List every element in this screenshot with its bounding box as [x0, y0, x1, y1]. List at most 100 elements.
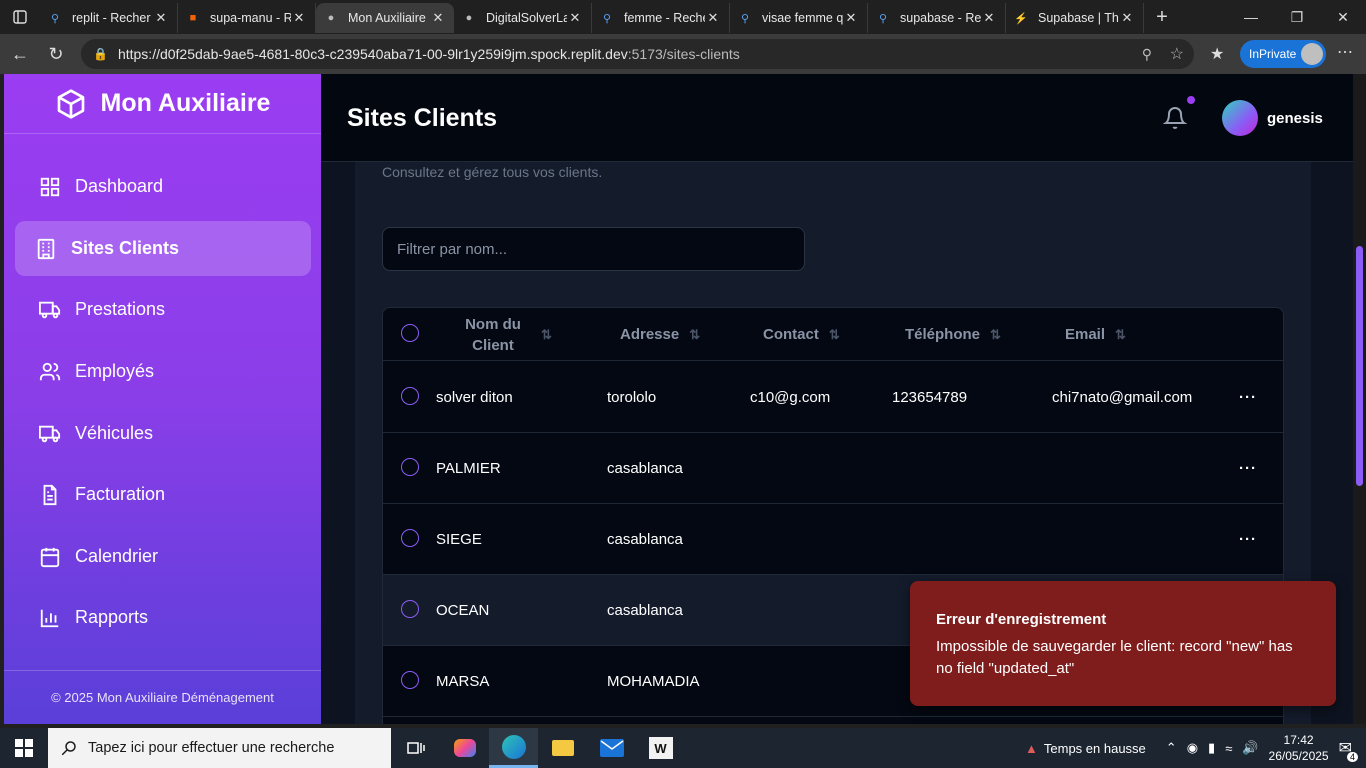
- column-header-contact[interactable]: Contact ⇅: [763, 308, 840, 361]
- avatar[interactable]: [1222, 100, 1258, 136]
- close-icon[interactable]: ✕: [705, 10, 721, 26]
- notification-center-icon[interactable]: ✉ 4: [1339, 738, 1358, 762]
- file-explorer-icon[interactable]: [538, 728, 587, 768]
- close-icon[interactable]: ✕: [981, 10, 997, 26]
- thermometer-icon: ▲: [1025, 740, 1038, 756]
- toast-message: Impossible de sauvegarder le client: rec…: [936, 638, 1293, 677]
- sort-icon[interactable]: ⇅: [990, 327, 1001, 343]
- sort-icon[interactable]: ⇅: [689, 327, 700, 343]
- browser-tab[interactable]: ⚲ replit - Recher ✕: [40, 3, 178, 33]
- row-checkbox[interactable]: [401, 529, 419, 547]
- profile-avatar: [1301, 43, 1323, 65]
- close-icon[interactable]: ✕: [430, 10, 446, 26]
- row-checkbox[interactable]: [401, 600, 419, 618]
- sidebar-item-sites-clients[interactable]: Sites Clients: [15, 221, 311, 276]
- browser-tab[interactable]: ⚲ visae femme q ✕: [730, 3, 868, 33]
- inprivate-badge[interactable]: InPrivate: [1240, 40, 1326, 68]
- brand-logo[interactable]: Mon Auxiliaire: [4, 74, 321, 134]
- notification-dot: [1187, 96, 1195, 104]
- browser-tab-active[interactable]: ● Mon Auxiliaire ✕: [316, 3, 454, 33]
- minimize-icon[interactable]: —: [1228, 0, 1274, 34]
- notification-count: 4: [1346, 752, 1358, 762]
- sidebar-item-dashboard[interactable]: Dashboard: [15, 159, 311, 214]
- url-host: https://d0f25dab-9ae5-4681-80c3-c239540a…: [117, 46, 628, 62]
- sidebar-item-calendrier[interactable]: Calendrier: [15, 529, 311, 584]
- sort-icon[interactable]: ⇅: [541, 324, 552, 345]
- user-name[interactable]: genesis: [1267, 110, 1323, 127]
- page-subtitle: Consultez et gérez tous vos clients.: [382, 164, 603, 180]
- restore-icon[interactable]: ❐: [1274, 0, 1320, 34]
- volume-icon[interactable]: 🔊: [1242, 740, 1258, 756]
- sidebar-item-prestations[interactable]: Prestations: [15, 282, 311, 337]
- zoom-icon[interactable]: ⚲: [1142, 46, 1152, 63]
- browser-tab[interactable]: ⚲ supabase - Re ✕: [868, 3, 1006, 33]
- close-icon[interactable]: ✕: [567, 10, 583, 26]
- browser-tab[interactable]: ● DigitalSolverLa ✕: [454, 3, 592, 33]
- network-icon[interactable]: ◉: [1187, 740, 1198, 756]
- task-view-icon[interactable]: [391, 728, 440, 768]
- table-row[interactable]: solver diton torololo c10@g.com 12365478…: [383, 362, 1283, 433]
- close-icon[interactable]: ✕: [1119, 10, 1135, 26]
- chevron-up-icon[interactable]: ⌃: [1166, 740, 1177, 756]
- url-field[interactable]: 🔒 https://d0f25dab-9ae5-4681-80c3-c23954…: [81, 39, 1194, 69]
- mail-icon[interactable]: [587, 728, 636, 768]
- sidebar-item-rapports[interactable]: Rapports: [15, 590, 311, 645]
- table-row[interactable]: PALMIER casablanca ···: [383, 433, 1283, 504]
- close-icon[interactable]: ✕: [291, 10, 307, 26]
- clock[interactable]: 17:42 26/05/2025: [1269, 732, 1329, 764]
- users-icon: [39, 362, 61, 380]
- wifi-icon[interactable]: ≈: [1225, 741, 1232, 756]
- scrollbar-thumb[interactable]: [1356, 246, 1363, 486]
- edge-browser-icon[interactable]: [489, 728, 538, 768]
- select-all-checkbox[interactable]: [401, 324, 419, 342]
- truck-icon: [39, 301, 61, 318]
- column-header-nom[interactable]: Nom du Client ⇅: [455, 308, 575, 361]
- close-window-icon[interactable]: ✕: [1320, 0, 1366, 34]
- page-scrollbar[interactable]: [1353, 74, 1366, 724]
- weather-label[interactable]: Temps en hausse: [1044, 741, 1146, 756]
- row-actions-icon[interactable]: ···: [1239, 504, 1257, 575]
- taskbar-search-input[interactable]: Tapez ici pour effectuer une recherche: [48, 728, 391, 768]
- browser-tab[interactable]: ■ supa-manu - R ✕: [178, 3, 316, 33]
- sidebar-item-facturation[interactable]: Facturation: [15, 467, 311, 522]
- sort-icon[interactable]: ⇅: [1115, 327, 1126, 343]
- close-icon[interactable]: ✕: [843, 10, 859, 26]
- sort-icon[interactable]: ⇅: [829, 327, 840, 343]
- row-actions-icon[interactable]: ···: [1239, 433, 1257, 504]
- sidebar-item-label: Prestations: [75, 299, 166, 319]
- browser-tab[interactable]: ⚡ Supabase | The ✕: [1006, 3, 1144, 33]
- row-checkbox[interactable]: [401, 458, 419, 476]
- column-label: Téléphone: [905, 326, 981, 343]
- column-header-telephone[interactable]: Téléphone ⇅: [905, 308, 1001, 361]
- row-checkbox[interactable]: [401, 671, 419, 689]
- close-icon[interactable]: ✕: [153, 10, 169, 26]
- back-arrow-icon[interactable]: ←: [2, 44, 38, 65]
- column-header-email[interactable]: Email ⇅: [1065, 308, 1126, 361]
- workspaces-icon[interactable]: [0, 0, 40, 34]
- browser-tab[interactable]: ⚲ femme - Reche ✕: [592, 3, 730, 33]
- column-header-adresse[interactable]: Adresse ⇅: [620, 308, 700, 361]
- app-w-icon[interactable]: W: [636, 728, 685, 768]
- sidebar-item-label: Employés: [75, 361, 155, 381]
- more-menu-icon[interactable]: ⋯: [1337, 42, 1353, 62]
- refresh-icon[interactable]: ↻: [38, 44, 74, 65]
- favorite-star-icon[interactable]: ☆: [1170, 44, 1184, 64]
- cell-nom: SIEGE: [436, 531, 482, 548]
- bell-icon[interactable]: [1163, 106, 1187, 130]
- address-bar: ← ↻ 🔒 https://d0f25dab-9ae5-4681-80c3-c2…: [0, 34, 1366, 74]
- cell-adresse: torololo: [607, 389, 657, 406]
- copilot-icon[interactable]: [440, 728, 489, 768]
- sidebar-item-vehicules[interactable]: Véhicules: [15, 406, 311, 461]
- avatar-icon: ●: [327, 12, 335, 24]
- sidebar-item-employes[interactable]: Employés: [15, 344, 311, 399]
- row-checkbox[interactable]: [401, 387, 419, 405]
- error-toast[interactable]: Erreur d'enregistrement Impossible de sa…: [910, 581, 1336, 706]
- row-actions-icon[interactable]: ···: [1239, 362, 1257, 433]
- filter-input[interactable]: Filtrer par nom...: [382, 227, 805, 271]
- table-row[interactable]: SIEGE casablanca ···: [383, 504, 1283, 575]
- battery-icon[interactable]: ▮: [1208, 740, 1215, 756]
- cell-adresse: casablanca: [607, 602, 683, 619]
- new-tab-button[interactable]: +: [1144, 6, 1180, 29]
- windows-start-icon[interactable]: [0, 728, 48, 768]
- favorites-icon[interactable]: ★: [1210, 44, 1224, 64]
